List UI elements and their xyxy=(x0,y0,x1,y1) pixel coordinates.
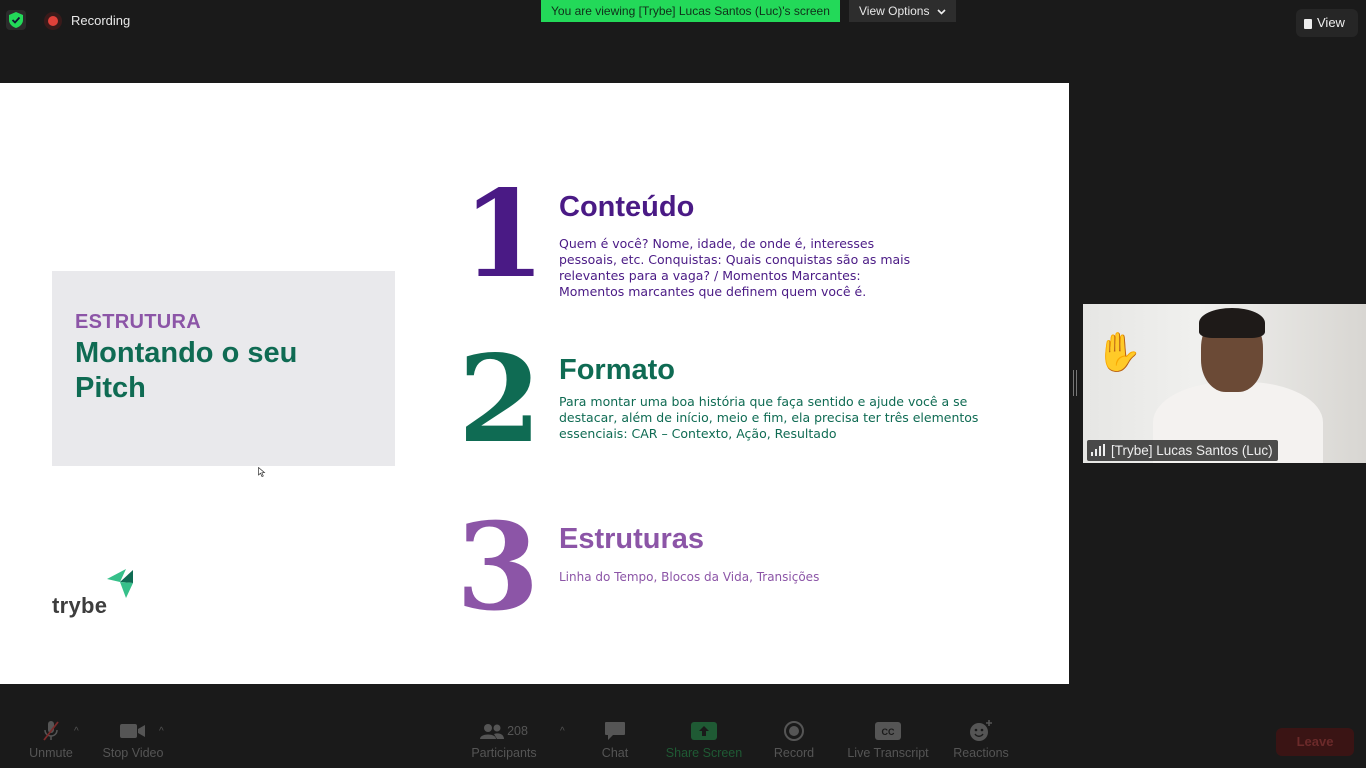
viewing-screen-banner: You are viewing [Trybe] Lucas Santos (Lu… xyxy=(541,0,840,22)
live-transcript-label: Live Transcript xyxy=(847,746,929,760)
record-icon xyxy=(770,720,818,742)
trybe-logo: trybe xyxy=(52,569,142,619)
participant-name: [Trybe] Lucas Santos (Luc) xyxy=(1111,443,1273,458)
slide-kicker: ESTRUTURA xyxy=(75,311,202,333)
trybe-logo-text: trybe xyxy=(52,593,108,618)
section-number: 3 xyxy=(456,497,540,638)
view-options-button[interactable]: View Options xyxy=(849,0,956,22)
view-label: View xyxy=(1317,15,1345,30)
chat-button[interactable]: Chat xyxy=(595,720,635,760)
section-number: 2 xyxy=(458,329,542,470)
participants-count: 208 xyxy=(507,724,528,738)
view-button[interactable]: View xyxy=(1296,9,1358,37)
stop-video-button[interactable]: Stop Video xyxy=(98,720,168,760)
share-screen-button[interactable]: Share Screen xyxy=(662,720,746,760)
section-title: Formato xyxy=(559,354,675,386)
chevron-down-icon xyxy=(937,0,946,22)
reactions-button[interactable]: Reactions xyxy=(950,720,1012,760)
section-title: Estruturas xyxy=(559,523,705,555)
meeting-toolbar: Unmute ^ Stop Video ^ 208 Participants ^… xyxy=(0,712,1366,768)
slide-title-card: ESTRUTURA Montando o seu Pitch xyxy=(52,271,395,466)
record-button[interactable]: Record xyxy=(770,720,818,760)
section-body: Para montar uma boa história que faça se… xyxy=(559,394,979,441)
raised-hand-icon: ✋ xyxy=(1095,332,1143,374)
shared-screen-slide: ESTRUTURA Montando o seu Pitch trybe 1 C… xyxy=(0,83,1069,684)
meeting-top-bar: Recording You are viewing [Trybe] Lucas … xyxy=(0,0,1366,40)
section-body: Linha do Tempo, Blocos da Vida, Transiçõ… xyxy=(559,570,820,584)
recording-label: Recording xyxy=(71,13,131,28)
signal-strength-icon xyxy=(1091,444,1105,456)
smiley-plus-icon xyxy=(950,720,1012,742)
section-title: Conteúdo xyxy=(559,191,695,223)
unmute-label: Unmute xyxy=(29,746,73,760)
video-options-caret-icon[interactable]: ^ xyxy=(159,726,164,737)
chat-bubble-icon xyxy=(595,720,635,742)
trybe-logo-icon xyxy=(107,569,133,598)
view-layout-icon xyxy=(1304,18,1312,29)
closed-caption-icon: CC xyxy=(842,720,934,742)
participant-name-label: [Trybe] Lucas Santos (Luc) xyxy=(1087,440,1278,461)
leave-button[interactable]: Leave xyxy=(1276,728,1354,756)
slide-title: Montando o seu Pitch xyxy=(75,337,298,404)
record-label: Record xyxy=(773,746,815,760)
panel-resize-handle[interactable] xyxy=(1073,370,1077,396)
participants-label: Participants xyxy=(471,746,537,760)
participant-video-tile[interactable]: ✋ [Trybe] Lucas Santos (Luc) xyxy=(1083,304,1366,463)
section-number: 1 xyxy=(462,164,546,305)
participants-options-caret-icon[interactable]: ^ xyxy=(560,726,565,737)
participants-icon-row: 208 xyxy=(466,720,542,742)
live-transcript-button[interactable]: CC Live Transcript xyxy=(842,720,934,760)
share-screen-label: Share Screen xyxy=(665,746,743,760)
audio-options-caret-icon[interactable]: ^ xyxy=(74,726,79,737)
security-shield-icon[interactable] xyxy=(6,10,26,30)
video-person-hair xyxy=(1199,308,1265,338)
microphone-muted-icon xyxy=(24,720,78,742)
unmute-button[interactable]: Unmute xyxy=(24,720,78,760)
participants-icon xyxy=(480,724,505,739)
chat-label: Chat xyxy=(601,746,629,760)
section-body: Quem é você? Nome, idade, de onde é, int… xyxy=(559,236,911,299)
svg-text:CC: CC xyxy=(882,727,895,737)
recording-icon[interactable] xyxy=(44,12,62,30)
reactions-label: Reactions xyxy=(953,746,1009,760)
share-screen-icon xyxy=(662,720,746,742)
participants-button[interactable]: 208 Participants xyxy=(466,720,542,760)
video-camera-icon xyxy=(98,720,168,742)
mouse-cursor-icon xyxy=(258,467,266,477)
stop-video-label: Stop Video xyxy=(102,746,164,760)
view-options-label: View Options xyxy=(859,4,930,18)
